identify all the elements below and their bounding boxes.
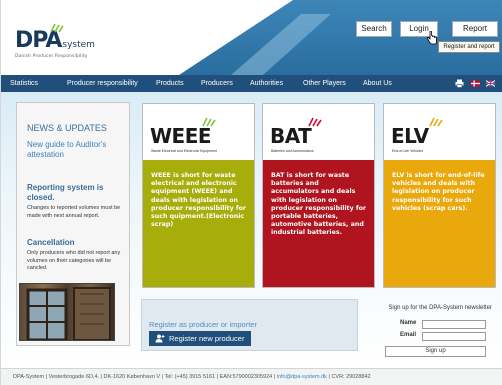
footer-cvr: CVR: 29028842 [331,374,371,380]
hand-cursor-icon [426,31,437,45]
news-photo [19,283,115,341]
report-tooltip: Register and report [438,41,500,53]
search-button[interactable]: Search [356,21,392,37]
logo-sub: system [62,40,95,50]
footer-email-link[interactable]: info@dpa-system.dk [277,374,327,380]
nav-authorities[interactable]: Authorities [250,75,283,92]
email-label: Email [400,332,417,338]
news-text-cancellation: Only producers who did not report any vo… [27,250,121,271]
register-panel: Register as producer or importer Registe… [141,299,358,351]
footer-contact: DPA-System | Vesterbrogade 6D,4. | DK-16… [13,374,371,380]
sign-up-button[interactable]: Sign up [385,346,486,357]
news-text-reporting: Changes to reported volumes must be made… [27,205,121,219]
elv-card[interactable]: ELV End-of-Life Vehicles ELV is short fo… [383,103,496,288]
newsletter-title: Sign up for the DPA-System newsletter [388,305,492,311]
main-nav: Statistics Producer responsibility Produ… [1,75,502,92]
danish-flag-icon[interactable] [471,79,480,88]
weee-card-body: WEEE is short for waste electrical and e… [143,160,254,287]
name-label: Name [400,320,417,326]
footer-address: Vesterbrogade 6D,4. [48,374,100,380]
footer-company: DPA-System [13,374,45,380]
bat-description: BAT is short for waste batteries and acc… [271,172,367,237]
nav-statistics[interactable]: Statistics [10,75,38,92]
news-heading-reporting: Reporting system is closed. [27,183,104,202]
page: DPAsystem Danish Producer Responsibility… [0,0,502,385]
elv-card-body: ELV is short for end-of-life vehicles an… [384,160,495,287]
elv-logo: ELV [391,124,429,148]
logo-tagline: Danish Producer Responsibility [15,54,88,59]
elv-card-header: ELV End-of-Life Vehicles [384,104,495,160]
news-link-auditor-guide[interactable]: New guide to Auditor's attestation [27,140,127,160]
weee-logo: WEEE [150,124,212,148]
footer-city: DK-1620 København V [103,374,161,380]
elv-description: ELV is short for end-of-life vehicles an… [392,172,485,212]
elv-subtitle: End-of-Life Vehicles [392,149,424,153]
email-input[interactable] [422,332,486,341]
window-photo-icon [26,287,111,340]
report-button[interactable]: Report [452,21,498,37]
register-button-label: Register new producer [169,334,245,343]
nav-about-us[interactable]: About Us [363,75,392,92]
nav-producer-responsibility[interactable]: Producer responsibility [67,75,138,92]
print-icon[interactable] [455,79,464,88]
elv-slashes-icon [429,117,443,127]
add-user-icon [155,334,165,343]
weee-subtitle: Waste Electrical and Electronic Equipmen… [151,149,217,153]
weee-card[interactable]: WEEE Waste Electrical and Electronic Equ… [142,103,255,288]
weee-description: WEEE is short for waste electrical and e… [151,172,247,229]
bat-logo: BAT [270,124,312,148]
weee-card-header: WEEE Waste Electrical and Electronic Equ… [143,104,254,160]
logo-slashes-icon [50,23,64,33]
news-heading-cancellation: Cancellation [27,238,75,247]
register-title[interactable]: Register as producer or importer [149,320,257,329]
footer-phone: Tel: (+45) 3915 5161 [164,374,216,380]
footer-ean: EAN:5790002305924 [219,374,273,380]
bat-card-body: BAT is short for waste batteries and acc… [263,160,374,287]
register-new-producer-button[interactable]: Register new producer [149,331,251,346]
nav-producers[interactable]: Producers [201,75,233,92]
news-title: NEWS & UPDATES [27,123,107,133]
bat-card[interactable]: BAT Batteries and Accumulators BAT is sh… [262,103,375,288]
name-input[interactable] [422,320,486,329]
bat-card-header: BAT Batteries and Accumulators [263,104,374,160]
bat-subtitle: Batteries and Accumulators [271,149,314,153]
nav-products[interactable]: Products [156,75,184,92]
nav-other-players[interactable]: Other Players [303,75,346,92]
site-logo[interactable]: DPAsystem Danish Producer Responsibility [15,23,95,59]
site-footer: DPA-System | Vesterbrogade 6D,4. | DK-16… [1,368,502,385]
newsletter-form: Sign up for the DPA-System newsletter Na… [365,304,495,358]
uk-flag-icon[interactable] [486,79,495,88]
